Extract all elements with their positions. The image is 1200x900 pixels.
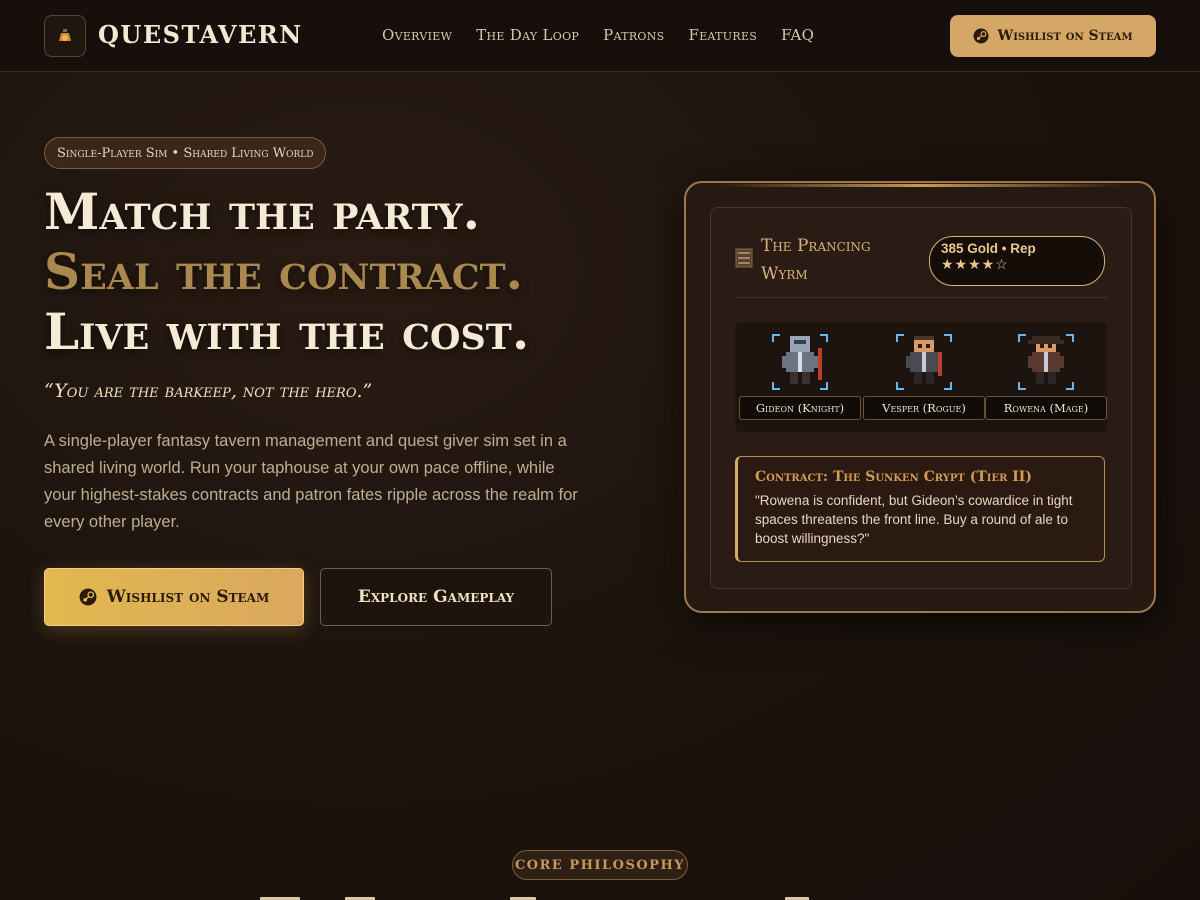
party-member-vesper[interactable]: Vesper (Rogue) (863, 334, 985, 424)
headline-line-3: Live with the cost. (44, 302, 530, 361)
party-member-rowena[interactable]: Rowena (Mage) (985, 334, 1107, 424)
card-divider (735, 297, 1107, 298)
nav-links: Overview The Day Loop Patrons Features F… (382, 26, 814, 44)
rep-stars: ★★★★☆ (941, 256, 1009, 272)
steam-icon (973, 28, 989, 44)
nav-wishlist-button[interactable]: Wishlist on Steam (950, 15, 1156, 57)
knight-sprite-icon (782, 336, 822, 384)
logo-icon[interactable] (44, 15, 86, 57)
nav-wishlist-label: Wishlist on Steam (997, 28, 1133, 44)
tavern-sign-icon (735, 248, 753, 268)
wishlist-button-label: Wishlist on Steam (106, 587, 270, 607)
sprite-frame (1018, 334, 1074, 390)
sprite-frame (772, 334, 828, 390)
party-member-label: Gideon (Knight) (739, 396, 861, 420)
nav-link-overview[interactable]: Overview (382, 26, 452, 44)
reputation-badge: 385 Gold • Rep ★★★★☆ (929, 236, 1105, 286)
card-accent-line (716, 184, 1126, 187)
mage-sprite-icon (1028, 336, 1064, 384)
nav-link-faq[interactable]: FAQ (781, 26, 814, 44)
explore-gameplay-button[interactable]: Explore Gameplay (320, 568, 552, 626)
nav-link-features[interactable]: Features (688, 26, 757, 44)
steam-icon (79, 588, 97, 606)
party-member-label: Vesper (Rogue) (863, 396, 985, 420)
section-pill-core-philosophy: CORE PHILOSOPHY (512, 850, 688, 880)
tavern-name: The Prancing Wyrm (761, 236, 871, 284)
hero-tag-pill: Single-Player Sim • Shared Living World (44, 137, 327, 169)
contract-title: Contract: The Sunken Crypt (Tier II) (755, 469, 1032, 485)
next-heading-peek (250, 893, 950, 900)
tavern-preview-card: The Prancing Wyrm 385 Gold • Rep ★★★★☆ G… (684, 181, 1156, 613)
party-member-gideon[interactable]: Gideon (Knight) (739, 334, 861, 424)
rogue-sprite-icon (906, 336, 942, 384)
hero-headline: Match the party. Seal the contract. Live… (44, 182, 529, 362)
gold-rep-text: 385 Gold • Rep (941, 241, 1036, 256)
party-panel: Gideon (Knight) Vesper (Rogue) Rowena (M… (735, 322, 1107, 432)
contract-text: "Rowena is confident, but Gideon’s cowar… (755, 493, 1073, 546)
hero-quote: “You are the barkeep, not the hero.” (44, 380, 373, 402)
headline-line-2: Seal the contract. (44, 242, 524, 301)
contract-panel[interactable]: Contract: The Sunken Crypt (Tier II) "Ro… (735, 456, 1105, 562)
top-nav: QUESTAVERN Overview The Day Loop Patrons… (0, 0, 1200, 72)
hero-description: A single-player fantasy tavern managemen… (44, 432, 578, 531)
sprite-frame (896, 334, 952, 390)
headline-line-1: Match the party. (44, 182, 481, 241)
party-member-label: Rowena (Mage) (985, 396, 1107, 420)
wishlist-button[interactable]: Wishlist on Steam (44, 568, 304, 626)
card-inner-panel: The Prancing Wyrm 385 Gold • Rep ★★★★☆ G… (710, 207, 1132, 589)
nav-link-day-loop[interactable]: The Day Loop (476, 26, 579, 44)
brand-name[interactable]: QUESTAVERN (98, 20, 303, 49)
nav-link-patrons[interactable]: Patrons (603, 26, 664, 44)
